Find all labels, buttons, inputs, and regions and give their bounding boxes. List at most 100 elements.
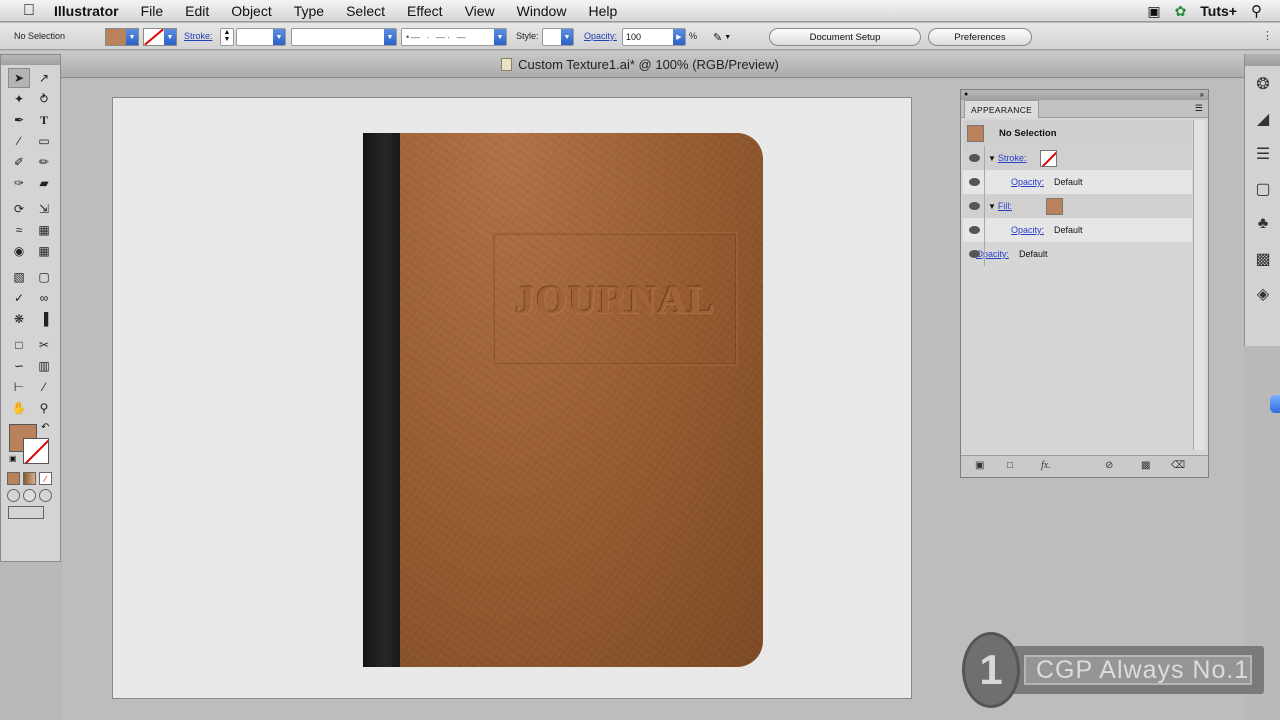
blob-brush-tool-icon[interactable]: ✑	[8, 173, 30, 193]
apple-icon[interactable]: 	[20, 2, 38, 20]
menu-view[interactable]: View	[465, 3, 495, 19]
fill-row[interactable]: ▼ Fill:	[963, 194, 1192, 218]
paintbrush-tool-icon[interactable]: ✐	[8, 152, 30, 172]
graphic-styles-panel-icon[interactable]: ▩	[1245, 241, 1280, 276]
panel-scrollbar[interactable]	[1193, 120, 1205, 450]
stroke-panel-icon[interactable]: ☰	[1245, 136, 1280, 171]
knife-tool-icon[interactable]: ∕	[33, 377, 55, 397]
rotate-tool-icon[interactable]: ⟳	[8, 199, 30, 219]
opacity-label[interactable]: Opacity:	[584, 31, 617, 41]
stroke-color-box[interactable]	[23, 438, 49, 464]
opacity-label[interactable]: Opacity:	[976, 249, 1009, 259]
eye-icon[interactable]	[969, 250, 980, 258]
menu-help[interactable]: Help	[588, 3, 617, 19]
journal-cover[interactable]: JOURNAL	[400, 133, 763, 667]
search-icon[interactable]: ⚲	[1251, 2, 1262, 20]
color-guide-icon[interactable]: ❂	[1245, 66, 1280, 101]
hand-tool-icon[interactable]: ✋	[8, 398, 30, 418]
menu-object[interactable]: Object	[231, 3, 271, 19]
draw-normal-icon[interactable]	[7, 489, 20, 502]
artboard-tool-icon[interactable]: □	[8, 335, 30, 355]
recolor-artwork-button[interactable]: ✎ ▼	[713, 29, 741, 45]
panel-grip[interactable]	[1, 55, 60, 65]
stroke-stepper[interactable]: ▲ ▼	[220, 28, 234, 46]
gradient-mode-icon[interactable]	[23, 472, 36, 485]
disclosure-triangle-icon[interactable]: ▼	[988, 202, 996, 211]
perspective-grid-tool-icon[interactable]: ▦	[33, 241, 55, 261]
document-tab-bar[interactable]: Custom Texture1.ai* @ 100% (RGB/Preview)	[0, 51, 1280, 78]
fill-row-label[interactable]: Fill:	[998, 201, 1012, 211]
fill-opacity-row[interactable]: Opacity: Default	[963, 218, 1192, 242]
eyedropper-tool-icon[interactable]: ✓	[8, 288, 30, 308]
camera-icon[interactable]: ▣	[1147, 3, 1160, 20]
tab-appearance[interactable]: APPEARANCE	[964, 100, 1040, 118]
ruler-tool-icon[interactable]: ▥	[33, 356, 55, 376]
stroke-row-label[interactable]: Stroke:	[998, 153, 1027, 163]
type-tool-icon[interactable]: T	[33, 110, 55, 130]
variable-width-dropdown[interactable]: ▼	[291, 28, 397, 46]
stroke-opacity-row[interactable]: Opacity: Default	[963, 170, 1192, 194]
close-icon[interactable]: ●	[964, 91, 968, 98]
menu-app-name[interactable]: Illustrator	[54, 3, 119, 19]
menu-effect[interactable]: Effect	[407, 3, 443, 19]
opacity-label[interactable]: Opacity:	[1011, 225, 1044, 235]
panel-menu-icon[interactable]: ☰	[1195, 103, 1203, 114]
add-new-effect-icon[interactable]: fx.	[1041, 460, 1051, 471]
magic-wand-tool-icon[interactable]: ✦	[8, 89, 30, 109]
journal-spine[interactable]	[363, 133, 400, 667]
status-icon[interactable]: ✿	[1175, 3, 1187, 20]
scale-tool-icon[interactable]: ⇲	[33, 199, 55, 219]
stroke-color-dropdown[interactable]: ▼	[143, 28, 177, 46]
width-tool-icon[interactable]: ∽	[8, 356, 30, 376]
document-setup-button[interactable]: Document Setup	[769, 28, 921, 46]
selection-tool-icon[interactable]: ➤	[8, 68, 30, 88]
slice-tool-icon[interactable]: ✂	[33, 335, 55, 355]
journal-title-text[interactable]: JOURNAL	[492, 232, 738, 366]
menu-edit[interactable]: Edit	[185, 3, 209, 19]
rectangle-tool-icon[interactable]: ▭	[33, 131, 55, 151]
collapse-icon[interactable]: »	[1200, 90, 1204, 99]
layers-panel-icon[interactable]: ◈	[1245, 276, 1280, 311]
pen-tool-icon[interactable]: ✒	[8, 110, 30, 130]
none-mode-icon[interactable]: ∕	[39, 472, 52, 485]
fill-swatch[interactable]	[1045, 197, 1063, 215]
stroke-row[interactable]: ▼ Stroke:	[963, 146, 1192, 170]
transparency-panel-icon[interactable]: ▢	[1245, 171, 1280, 206]
brush-definition-dropdown[interactable]: •— · —· — ▼	[401, 28, 507, 46]
panel-title-bar[interactable]: ● »	[961, 90, 1208, 100]
add-new-fill-icon[interactable]: □	[1007, 460, 1013, 471]
eraser-tool-icon[interactable]: ▰	[33, 173, 55, 193]
swap-colors-icon[interactable]: ↶	[41, 422, 49, 433]
menu-type[interactable]: Type	[294, 3, 324, 19]
menu-select[interactable]: Select	[346, 3, 385, 19]
crop-tool-icon[interactable]: ⊢	[8, 377, 30, 397]
eye-icon[interactable]	[969, 226, 980, 234]
duplicate-item-icon[interactable]: ▩	[1141, 460, 1150, 471]
add-new-stroke-icon[interactable]: ▣	[975, 460, 984, 471]
menu-file[interactable]: File	[141, 3, 164, 19]
eye-icon[interactable]	[969, 202, 980, 210]
symbols-panel-icon[interactable]: ♣	[1245, 206, 1280, 241]
warp-tool-icon[interactable]: ≈	[8, 220, 30, 240]
journal-artwork[interactable]: JOURNAL	[363, 133, 763, 667]
delete-item-icon[interactable]: ⌫	[1171, 460, 1185, 471]
disclosure-triangle-icon[interactable]: ▼	[988, 154, 996, 163]
symbol-sprayer-tool-icon[interactable]: ❋	[8, 309, 30, 329]
column-graph-tool-icon[interactable]: ▐	[33, 309, 55, 329]
preferences-button[interactable]: Preferences	[928, 28, 1032, 46]
eye-icon[interactable]	[969, 178, 980, 186]
gradient-tool-icon[interactable]: ▢	[33, 267, 55, 287]
opacity-field[interactable]: 100 ▶	[622, 28, 686, 46]
scrollbar-thumb[interactable]	[1270, 395, 1280, 413]
panel-grip[interactable]	[1245, 54, 1280, 66]
direct-selection-tool-icon[interactable]: ↗	[33, 68, 55, 88]
blend-tool-icon[interactable]: ∞	[33, 288, 55, 308]
menu-window[interactable]: Window	[517, 3, 567, 19]
no-stroke-icon[interactable]	[1040, 149, 1058, 167]
screen-mode-icon[interactable]	[8, 506, 44, 519]
stroke-weight-field[interactable]: ▼	[236, 28, 286, 46]
default-colors-icon[interactable]: ▣	[9, 454, 17, 463]
shape-builder-tool-icon[interactable]: ◉	[8, 241, 30, 261]
graphic-style-dropdown[interactable]: ▼	[542, 28, 574, 46]
lasso-tool-icon[interactable]: ⥁	[33, 89, 55, 109]
